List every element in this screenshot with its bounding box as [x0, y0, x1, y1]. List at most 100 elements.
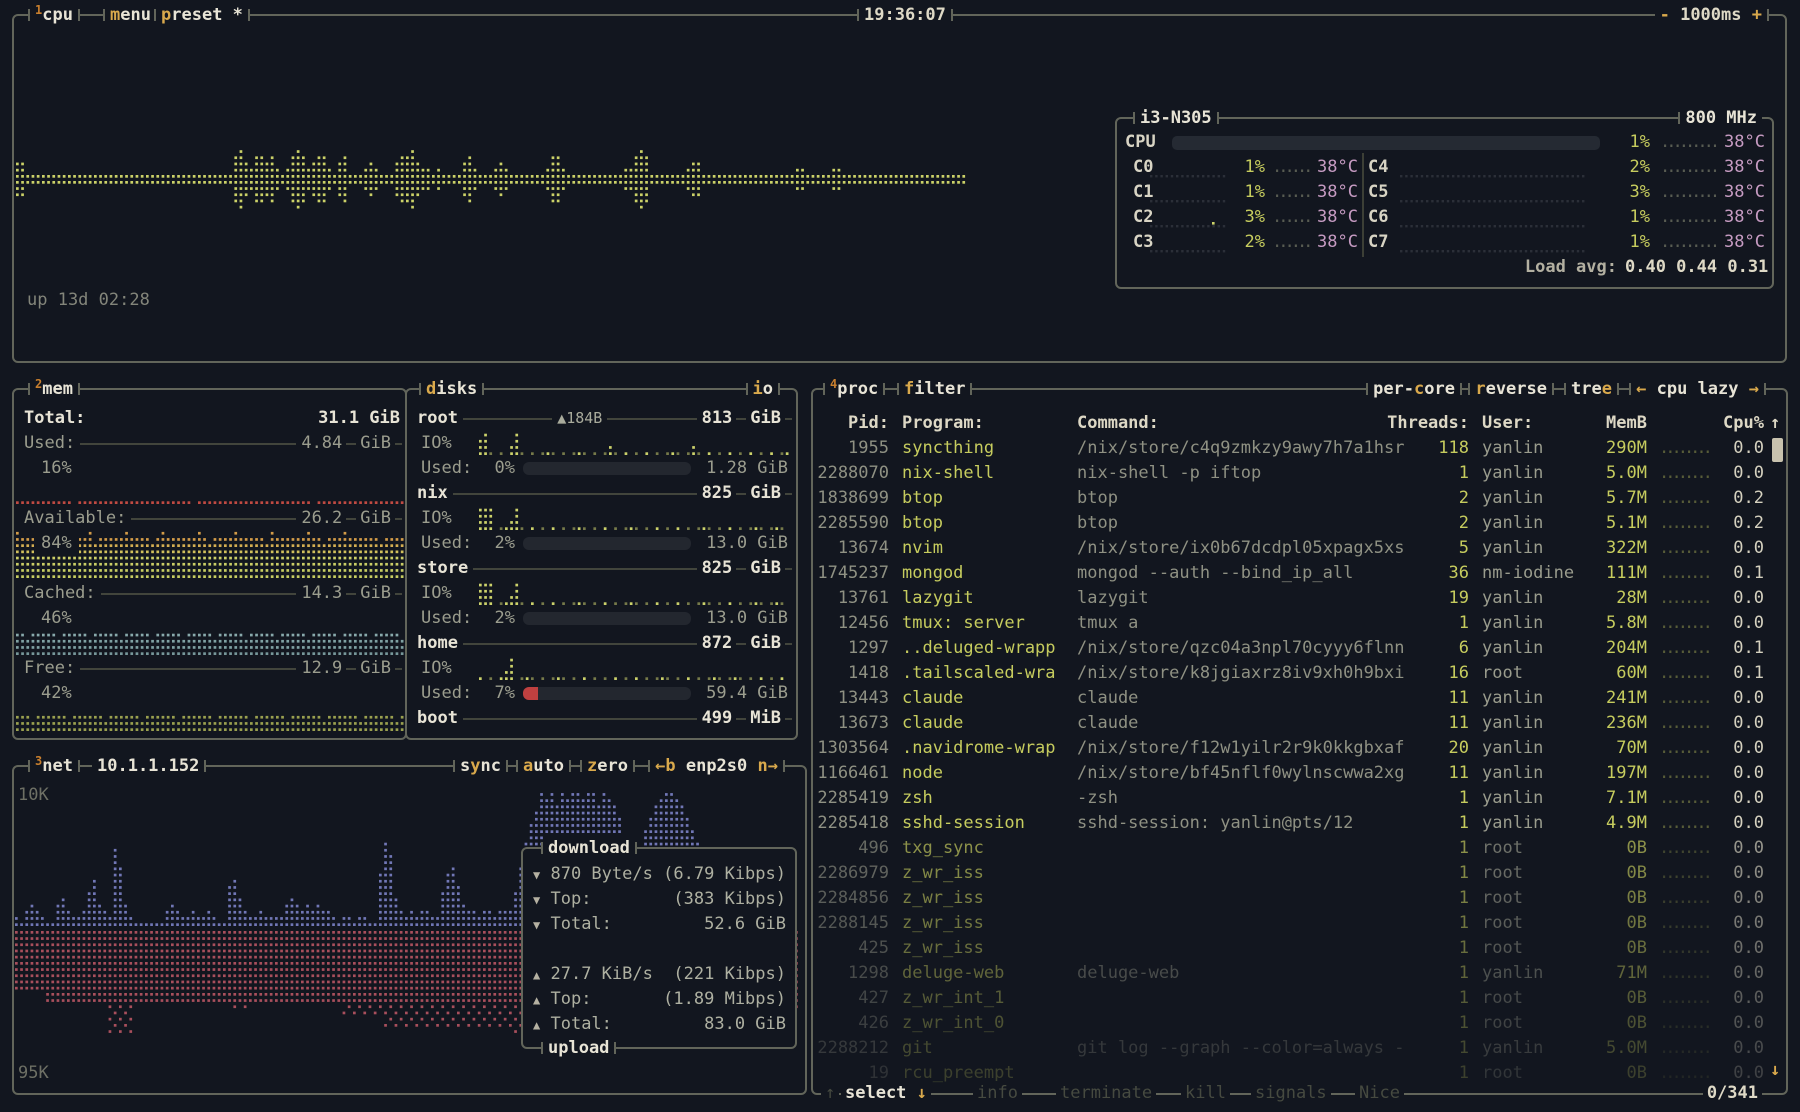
- process-row[interactable]: 1745237mongodmongod --auth --bind_ip_all…: [813, 561, 1786, 586]
- net-sync-toggle[interactable]: sync: [453, 753, 508, 779]
- process-row[interactable]: 13443claudeclaude11yanlin241M........0.0: [813, 686, 1786, 711]
- download-top: ▼ Top:(383 Kibps): [533, 887, 786, 912]
- net-next-button[interactable]: n→: [758, 754, 778, 779]
- mem-available-pct: 84%: [34, 531, 79, 556]
- disk-name-row: store825GiB: [417, 556, 790, 581]
- sort-column-switcher[interactable]: ← cpu lazy →: [1629, 376, 1766, 402]
- process-row[interactable]: 2285590btopbtop2yanlin5.1M........0.2: [813, 511, 1786, 536]
- info-button[interactable]: info: [973, 1081, 1022, 1106]
- header-cpu[interactable]: Cpu%: [1673, 411, 1764, 436]
- terminate-button[interactable]: terminate: [1056, 1081, 1156, 1106]
- mem-panel: 2mem Total:31.1 GiB Used:4.84GiB 16% Ava…: [12, 388, 407, 740]
- sort-next-icon[interactable]: →: [1749, 377, 1759, 402]
- disks-io-toggle[interactable]: io: [746, 376, 781, 402]
- process-row[interactable]: 1955syncthing/nix/store/c4q9zmkzy9awy7h7…: [813, 436, 1786, 461]
- disk-name-row: nix825GiB: [417, 481, 790, 506]
- filter-button[interactable]: filter: [897, 376, 972, 402]
- core-row: C53%.........38°C: [1125, 180, 1764, 205]
- process-row[interactable]: 13673claudeclaude11yanlin236M........0.0: [813, 711, 1786, 736]
- process-row[interactable]: 2284856z_wr_iss1root0B........0.0: [813, 886, 1786, 911]
- disk-name-row: home872GiB: [417, 631, 790, 656]
- process-row[interactable]: 2285418sshd-sessionsshd-session: yanlin@…: [813, 811, 1786, 836]
- proc-panel: 4proc filter per-core reverse tree ← cpu…: [811, 388, 1788, 1095]
- disk-name-row: boot499MiB: [417, 706, 790, 731]
- interval-increase[interactable]: +: [1752, 3, 1762, 28]
- header-pid[interactable]: Pid:: [813, 411, 889, 436]
- tree-toggle[interactable]: tree: [1564, 376, 1619, 402]
- process-row[interactable]: 13674nvim/nix/store/ix0b67dcdpl05xpagx5x…: [813, 536, 1786, 561]
- net-panel: 3net 10.1.1.152 sync auto zero ←b enp2s0…: [12, 765, 807, 1095]
- net-auto-toggle[interactable]: auto: [516, 753, 571, 779]
- cpu-total-meter: [1172, 136, 1600, 150]
- process-row[interactable]: 427z_wr_int_11root0B........0.0: [813, 986, 1786, 1011]
- disk-used-row: Used:7%59.4 GiB: [417, 681, 790, 706]
- per-core-toggle[interactable]: per-core: [1366, 376, 1462, 402]
- download-total: ▼ Total:52.6 GiB: [533, 912, 786, 937]
- signals-button[interactable]: signals: [1251, 1081, 1331, 1106]
- process-row[interactable]: 2285419zsh-zsh1yanlin7.1M........0.0: [813, 786, 1786, 811]
- update-interval[interactable]: - 1000ms +: [1655, 2, 1769, 28]
- process-row[interactable]: 496txg_sync1root0B........0.0: [813, 836, 1786, 861]
- net-panel-title: 3net: [28, 753, 80, 779]
- net-prev-button[interactable]: ←b: [655, 754, 675, 779]
- proc-scrollbar[interactable]: [1772, 438, 1783, 462]
- cpu-model: i3-N305: [1133, 105, 1219, 131]
- process-row[interactable]: 1298deluge-webdeluge-web1yanlin71M......…: [813, 961, 1786, 986]
- sort-prev-icon[interactable]: ←: [1636, 377, 1646, 402]
- net-scale-top: 10K: [18, 783, 49, 808]
- menu-button[interactable]: menu: [103, 2, 158, 28]
- scroll-down-icon[interactable]: ↓: [1770, 1058, 1780, 1083]
- mem-free-row: Free:12.9GiB: [24, 656, 400, 681]
- process-row[interactable]: 1838699btopbtop2yanlin5.7M........0.2: [813, 486, 1786, 511]
- scroll-up-hint[interactable]: ↑: [821, 1081, 839, 1106]
- selection-count: 0/341: [1703, 1081, 1762, 1106]
- process-row[interactable]: 13761lazygitlazygit19yanlin28M........0.…: [813, 586, 1786, 611]
- sort-arrow-icon: ↑: [1770, 411, 1780, 436]
- core-row: C71%.........38°C: [1125, 230, 1764, 255]
- nice-button[interactable]: Nice: [1355, 1081, 1404, 1106]
- kill-button[interactable]: kill: [1181, 1081, 1230, 1106]
- mem-cached-graph: [16, 630, 407, 656]
- download-title: download: [541, 835, 637, 861]
- disk-used-row: Used:2%13.0 GiB: [417, 606, 790, 631]
- mem-used-graph: [16, 481, 407, 505]
- process-row[interactable]: 425z_wr_iss1root0B........0.0: [813, 936, 1786, 961]
- net-interface-switcher[interactable]: ←b enp2s0 n→: [648, 753, 785, 779]
- process-row[interactable]: 2286979z_wr_iss1root0B........0.0: [813, 861, 1786, 886]
- net-zero-toggle[interactable]: zero: [580, 753, 635, 779]
- header-threads[interactable]: Threads:: [1313, 411, 1469, 436]
- preset-button[interactable]: preset *: [154, 2, 250, 28]
- interval-decrease[interactable]: -: [1660, 3, 1670, 28]
- core-column-divider: [1362, 153, 1364, 257]
- process-row[interactable]: 1166461node/nix/store/bf45nflf0wylnscwwa…: [813, 761, 1786, 786]
- header-command[interactable]: Command:: [1077, 411, 1159, 436]
- cpu-panel-title: 1cpu: [28, 2, 80, 28]
- net-ip-address: 10.1.1.152: [92, 753, 206, 779]
- header-memb[interactable]: MemB: [1513, 411, 1647, 436]
- upload-total: ▲ Total:83.0 GiB: [533, 1012, 786, 1037]
- disk-io-graph: [479, 656, 791, 681]
- disk-io-graph: [479, 506, 791, 531]
- cpu-frequency: 800 MHz: [1678, 105, 1762, 131]
- select-hint[interactable]: select ↓: [841, 1081, 931, 1106]
- process-row[interactable]: 2288145z_wr_iss1root0B........0.0: [813, 911, 1786, 936]
- net-scale-bottom: 95K: [18, 1061, 49, 1086]
- disk-used-row: Used:2%13.0 GiB: [417, 531, 790, 556]
- disk-used-row: Used:0%1.28 GiB: [417, 456, 790, 481]
- reverse-toggle[interactable]: reverse: [1468, 376, 1554, 402]
- uptime: up 13d 02:28: [27, 288, 150, 313]
- proc-header-row: Pid:Program:Command:Threads:User:MemBCpu…: [813, 411, 1786, 436]
- mem-used-row: Used:4.84GiB: [24, 431, 400, 456]
- cpu-total-row: CPU 1% ......... 38°C: [1125, 130, 1764, 155]
- process-row[interactable]: 1303564.navidrome-wrap/nix/store/f12w1yi…: [813, 736, 1786, 761]
- header-program[interactable]: Program:: [902, 411, 984, 436]
- process-row[interactable]: 426z_wr_int_01root0B........0.0: [813, 1011, 1786, 1036]
- process-row[interactable]: 1297..deluged-wrapp/nix/store/qzc04a3npl…: [813, 636, 1786, 661]
- process-row[interactable]: 1418.tailscaled-wra/nix/store/k8jgiaxrz8…: [813, 661, 1786, 686]
- mem-free-pct: 42%: [34, 681, 79, 706]
- process-row[interactable]: 2288212gitgit log --graph --color=always…: [813, 1036, 1786, 1061]
- mem-total-row: Total:31.1 GiB: [24, 406, 400, 431]
- load-average-row: Load avg:0.40 0.44 0.31: [1125, 255, 1764, 280]
- process-row[interactable]: 2288070nix-shellnix-shell -p iftop1yanli…: [813, 461, 1786, 486]
- process-row[interactable]: 12456tmux: servertmux a1yanlin5.8M......…: [813, 611, 1786, 636]
